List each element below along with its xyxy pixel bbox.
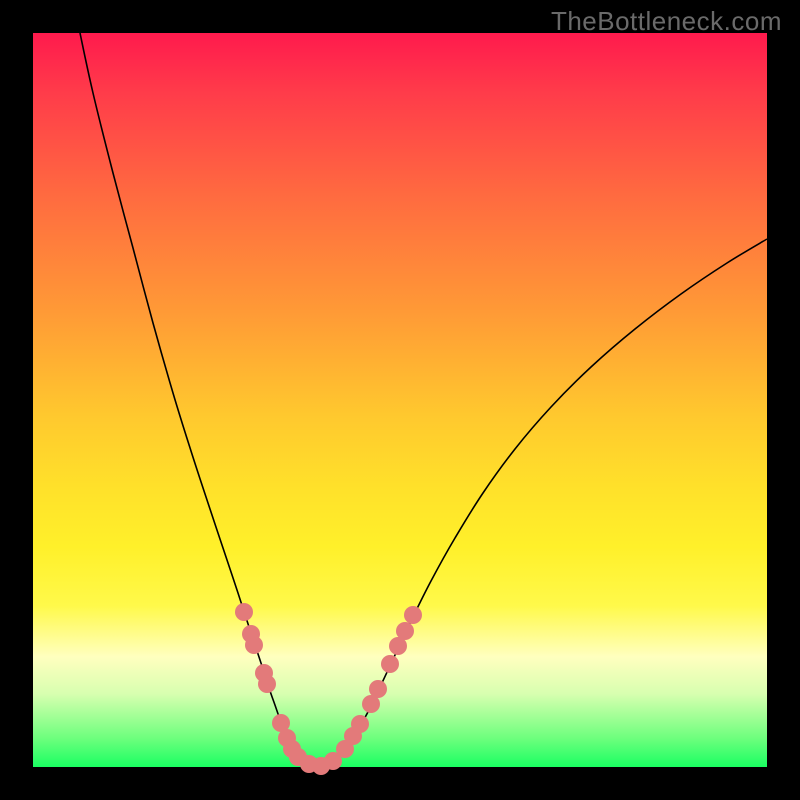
highlight-dot bbox=[351, 715, 369, 733]
highlight-dot bbox=[258, 675, 276, 693]
chart-frame: TheBottleneck.com bbox=[0, 0, 800, 800]
curve-left-branch bbox=[80, 33, 318, 767]
highlight-dot bbox=[369, 680, 387, 698]
plot-area bbox=[33, 33, 767, 767]
highlight-dot-group bbox=[235, 603, 422, 775]
highlight-dot bbox=[404, 606, 422, 624]
highlight-dot bbox=[396, 622, 414, 640]
highlight-dot bbox=[245, 636, 263, 654]
chart-svg bbox=[33, 33, 767, 767]
highlight-dot bbox=[235, 603, 253, 621]
highlight-dot bbox=[381, 655, 399, 673]
